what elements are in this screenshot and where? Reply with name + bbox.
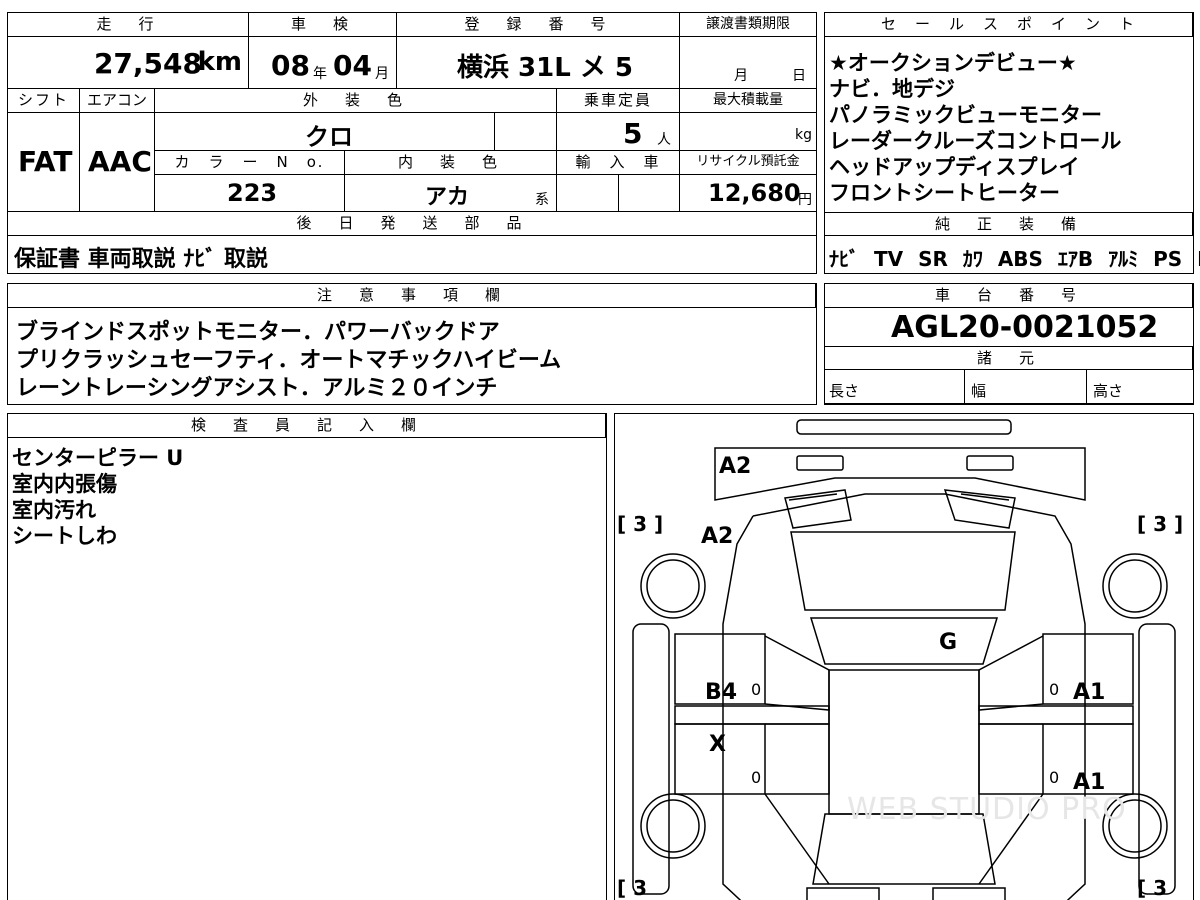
aircon-cell: AAC — [80, 113, 155, 212]
specs-height-cell: 高さ — [1087, 370, 1193, 404]
recycle-value: 12,680 — [708, 179, 801, 207]
equipment-item: ﾅﾋﾞ — [829, 247, 859, 271]
interior-suffix: 系 — [535, 192, 549, 208]
interior-color-header: 内 装 色 — [345, 151, 557, 175]
vehicle-info-table: 走 行 車 検 登 録 番 号 譲渡書類期限 27,548 km 08 年 04… — [7, 12, 817, 274]
chassis-box: 車 台 番 号 AGL20-0021052 諸 元 長さ 幅 高さ — [824, 283, 1194, 405]
max-load-unit: kg — [795, 127, 812, 143]
registration-header: 登 録 番 号 — [397, 13, 680, 37]
color-no-header: カ ラ ー N o. — [155, 151, 345, 175]
exterior-color-value: クロ — [305, 123, 353, 151]
inspection-month: 04 — [333, 49, 372, 82]
mark-back-door: A2 — [701, 524, 734, 549]
inspection-cell: 08 年 04 月 — [249, 37, 397, 89]
recycle-cell: 12,680 円 — [680, 175, 817, 212]
equipment-item: ｴｱB — [1057, 247, 1094, 271]
equipment-item: TV — [873, 247, 904, 271]
registration-number: 横浜 31L メ 5 — [457, 53, 633, 83]
chassis-number: AGL20-0021052 — [891, 310, 1159, 345]
inspection-header: 車 検 — [249, 13, 397, 37]
capacity-unit: 人 — [657, 132, 671, 148]
mileage-unit: km — [197, 47, 242, 77]
mileage-cell: 27,548 km — [8, 37, 249, 89]
inspection-year: 08 — [271, 49, 310, 82]
import-header: 輸 入 車 — [557, 151, 680, 175]
exterior-color-header: 外 装 色 — [155, 89, 557, 113]
registration-cell: 横浜 31L メ 5 — [397, 37, 680, 89]
equipment-list: ﾅﾋﾞ TV SR ｶﾜ ABS ｴｱB ｱﾙﾐ PS PW — [829, 243, 1200, 272]
mileage-value: 27,548 — [93, 47, 202, 80]
equipment-header: 純 正 装 備 — [825, 212, 1193, 236]
tire-right-front: [ 3 ] — [1137, 512, 1184, 536]
notes-header: 注 意 事 項 欄 — [8, 284, 816, 308]
max-load-header: 最大積載量 — [680, 89, 817, 113]
capacity-value: 5 — [623, 117, 643, 150]
sales-point-line: フロントシートヒーター — [829, 181, 1060, 205]
interior-color-cell: アカ 系 — [345, 175, 557, 212]
post-shipment-header: 後 日 発 送 部 品 — [8, 212, 817, 236]
equipment-item: SR — [918, 247, 948, 271]
recycle-header: リサイクル預託金 — [680, 151, 817, 175]
specs-length: 長さ — [829, 382, 860, 400]
aircon-value: AAC — [88, 145, 152, 178]
import-cell — [557, 175, 619, 212]
equipment-item: ABS — [997, 247, 1043, 271]
sales-points-header: セ ー ル ス ポ イ ン ト — [825, 13, 1193, 37]
year-unit: 年 — [313, 66, 327, 82]
exterior-color-extra — [495, 113, 557, 151]
color-no-cell: 223 — [155, 175, 345, 212]
recycle-unit: 円 — [798, 192, 812, 208]
month-unit: 月 — [375, 66, 389, 82]
notes-line: レーントレーシングアシスト．アルミ２０インチ — [16, 376, 498, 401]
zero-mark: 0 — [751, 768, 762, 787]
mileage-header: 走 行 — [8, 13, 249, 37]
chassis-header: 車 台 番 号 — [825, 284, 1193, 308]
specs-width: 幅 — [971, 382, 987, 400]
zero-mark: 0 — [751, 680, 762, 699]
shift-header: シフト — [8, 89, 80, 113]
inspector-box: 検 査 員 記 入 欄 センターピラー U 室内内張傷 室内汚れ シートしわ — [7, 413, 607, 900]
transfer-deadline-header: 譲渡書類期限 — [680, 13, 817, 37]
transfer-deadline-cell: 月 日 — [680, 37, 817, 89]
import-cell-2 — [619, 175, 680, 212]
mark-right-front-door: A1 — [1073, 680, 1106, 705]
interior-color-value: アカ — [425, 185, 470, 210]
equipment-item: PS — [1153, 247, 1183, 271]
exterior-color-cell: クロ — [155, 113, 495, 151]
tire-left-front: [ 3 ] — [617, 512, 664, 536]
specs-length-cell: 長さ — [825, 370, 965, 404]
post-shipment-value: 保証書 車両取説 ﾅﾋﾞ 取説 — [14, 247, 268, 272]
color-no-value: 223 — [227, 179, 278, 207]
tire-left-rear: [ 3 — [617, 876, 648, 900]
shift-value: FAT — [18, 145, 73, 178]
transfer-day-unit: 日 — [792, 68, 806, 84]
equipment-item: ｱﾙﾐ — [1108, 247, 1139, 271]
notes-box: 注 意 事 項 欄 ブラインドスポットモニター．パワーバックドア プリクラッシュ… — [7, 283, 817, 405]
inspector-header: 検 査 員 記 入 欄 — [8, 414, 606, 438]
max-load-cell: kg — [680, 113, 817, 151]
zero-mark: 0 — [1049, 768, 1060, 787]
car-diagram — [632, 419, 1176, 900]
shift-cell: FAT — [8, 113, 80, 212]
transfer-month-unit: 月 — [734, 68, 748, 84]
aircon-header: エアコン — [80, 89, 155, 113]
equipment-item: ｶﾜ — [962, 247, 983, 271]
mark-roof: G — [939, 630, 958, 655]
specs-header: 諸 元 — [825, 346, 1193, 370]
sales-points-box: セ ー ル ス ポ イ ン ト ★オークションデビュー★ ナビ．地デジ パノラミ… — [824, 12, 1200, 274]
watermark: WEB STUDIO PRO — [847, 792, 1127, 827]
tire-right-rear: [ 3 — [1137, 876, 1168, 900]
car-diagram-box: A2 A2 G B4 X A1 A1 0 0 0 0 [ 3 ] [ 3 ] [… — [614, 413, 1194, 900]
specs-width-cell: 幅 — [965, 370, 1087, 404]
inspector-line: シートしわ — [12, 524, 117, 548]
zero-mark: 0 — [1049, 680, 1060, 699]
specs-height: 高さ — [1093, 382, 1124, 400]
mark-rear-bumper: A2 — [719, 454, 752, 479]
mark-left-front-door: B4 — [705, 680, 738, 705]
capacity-cell: 5 人 — [557, 113, 680, 151]
capacity-header: 乗車定員 — [557, 89, 680, 113]
mark-left-rear-door: X — [709, 732, 726, 757]
